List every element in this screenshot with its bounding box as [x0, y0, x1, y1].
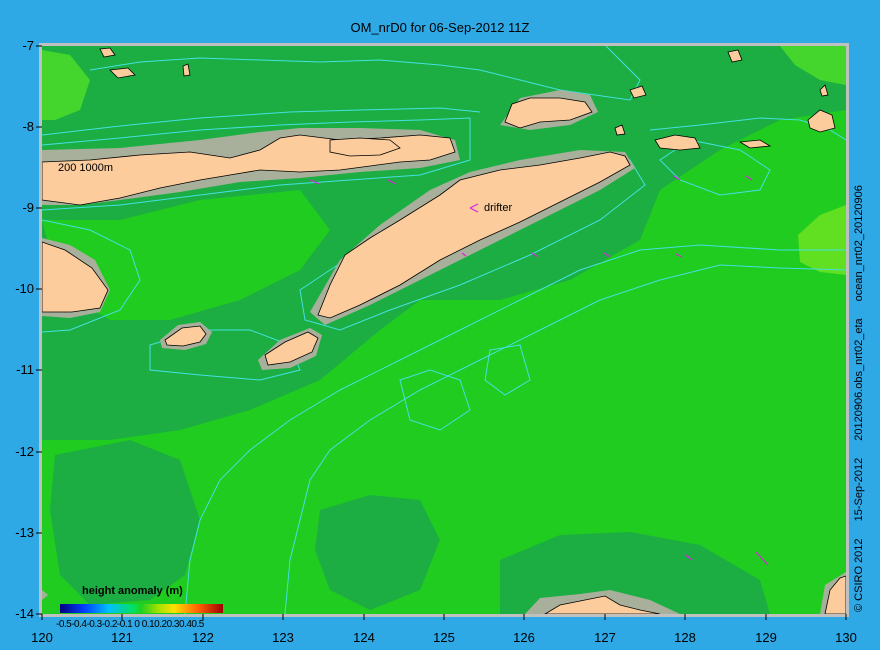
x-tick-label: 125 [433, 630, 455, 645]
obs-file: 20120906.obs_nrt02_eta [853, 318, 865, 441]
y-tick-label: -9 [22, 200, 34, 215]
x-tick-label: 126 [513, 630, 535, 645]
colorbar-ticks: -0.5-0.4-0.3-0.2-0.1 0 0.10.20.30.40.5 [56, 619, 204, 630]
copyright-text: CSIRO 2012 [853, 538, 865, 601]
y-tick-label: -8 [22, 119, 34, 134]
drifter-label: drifter [484, 202, 513, 214]
right-margin-text: © CSIRO 2012 15-Sep-2012 20120906.obs_nr… [853, 185, 865, 612]
colorbar-label: height anomaly (m) [82, 585, 183, 597]
x-tick-label: 129 [755, 630, 777, 645]
x-tick-label: 121 [111, 630, 133, 645]
y-tick-label: -13 [15, 525, 34, 540]
x-tick-label: 130 [835, 630, 857, 645]
x-tick-label: 123 [272, 630, 294, 645]
y-tick-label: -10 [15, 281, 34, 296]
x-tick-label: 122 [192, 630, 214, 645]
x-tick-label: 128 [674, 630, 696, 645]
map-canvas [36, 43, 849, 620]
render-date: 15-Sep-2012 [853, 457, 865, 522]
ocean-file: ocean_nrt02_20120906 [853, 185, 865, 302]
anomaly-region-sw [50, 440, 200, 605]
y-tick-label: -11 [16, 362, 34, 377]
x-tick-label: 120 [31, 630, 53, 645]
y-tick-label: -12 [15, 444, 34, 459]
isobath-label: 200 1000m [58, 162, 114, 174]
colorbar [60, 604, 223, 613]
y-tick-label: -14 [15, 606, 34, 621]
x-tick-label: 124 [353, 630, 375, 645]
copyright-icon: © [853, 603, 865, 612]
x-tick-label: 127 [594, 630, 616, 645]
y-tick-label: -7 [22, 38, 34, 53]
